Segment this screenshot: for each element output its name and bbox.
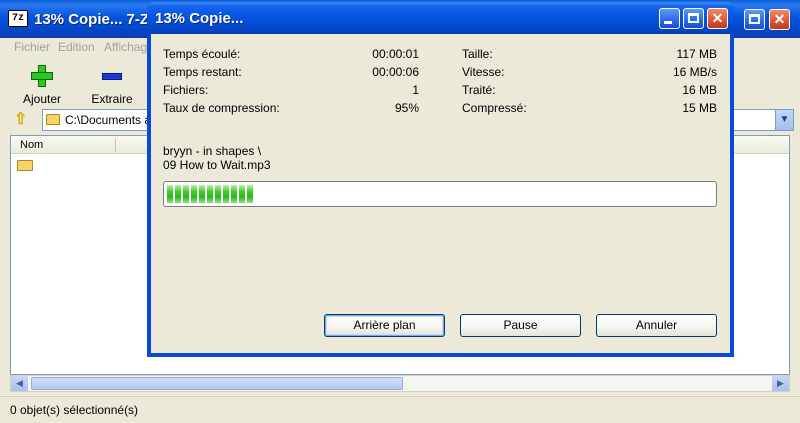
background-button[interactable]: Arrière plan xyxy=(324,314,445,337)
chevron-down-icon[interactable]: ▼ xyxy=(775,110,793,130)
menu-fichier[interactable]: Fichier xyxy=(14,40,50,54)
processed-label: Traité: xyxy=(462,83,496,97)
minus-icon xyxy=(100,64,124,88)
maximize-icon xyxy=(688,13,699,23)
compression-ratio-value: 95% xyxy=(394,101,419,115)
dialog-close-button[interactable]: ✕ xyxy=(707,8,728,29)
list-item[interactable] xyxy=(17,158,37,172)
maximize-icon xyxy=(749,14,760,24)
cancel-button[interactable]: Annuler xyxy=(596,314,717,337)
size-label: Taille: xyxy=(462,47,493,61)
progress-segment xyxy=(191,185,197,203)
close-icon: ✕ xyxy=(773,11,786,27)
progress-segment xyxy=(215,185,221,203)
compressed-label: Compressé: xyxy=(462,101,527,115)
status-text: 0 objet(s) sélectionné(s) xyxy=(10,403,139,417)
size-value: 117 MB xyxy=(676,47,717,61)
up-folder-icon[interactable]: ⇧ xyxy=(14,111,32,129)
dialog-minimize-button[interactable] xyxy=(659,8,680,29)
progress-segment xyxy=(247,185,253,203)
progress-fill xyxy=(167,185,254,203)
column-name[interactable]: Nom xyxy=(20,139,43,151)
current-file-path: bryyn - in shapes \ 09 How to Wait.mp3 xyxy=(163,144,271,172)
progress-segment xyxy=(207,185,213,203)
progress-segment xyxy=(183,185,189,203)
progress-segment xyxy=(223,185,229,203)
current-file-name: 09 How to Wait.mp3 xyxy=(163,158,271,172)
remaining-time-label: Temps restant: xyxy=(163,65,242,79)
extract-button[interactable]: Extraire xyxy=(82,56,142,106)
main-close-button[interactable]: ✕ xyxy=(769,9,790,30)
dialog-title: 13% Copie... xyxy=(155,10,244,27)
progress-bar xyxy=(163,181,717,207)
scroll-left-icon[interactable]: ◀ xyxy=(11,376,28,391)
dialog-body: Temps écoulé: 00:00:01 Temps restant: 00… xyxy=(151,34,730,353)
scroll-right-icon[interactable]: ▶ xyxy=(772,376,789,391)
folder-icon xyxy=(17,160,33,171)
extract-button-label: Extraire xyxy=(91,92,133,106)
main-window-title: 13% Copie... 7-Zip xyxy=(34,11,163,28)
minimize-icon xyxy=(664,21,672,24)
column-divider[interactable] xyxy=(115,138,116,152)
compression-ratio-label: Taux de compression: xyxy=(163,101,280,115)
compressed-value: 15 MB xyxy=(682,101,717,115)
speed-value: 16 MB/s xyxy=(672,65,717,79)
elapsed-time-value: 00:00:01 xyxy=(372,47,419,61)
close-icon: ✕ xyxy=(711,10,724,26)
scroll-thumb[interactable] xyxy=(31,377,403,390)
menu-edition[interactable]: Edition xyxy=(58,40,95,54)
remaining-time-value: 00:00:06 xyxy=(372,65,419,79)
add-button[interactable]: Ajouter xyxy=(12,56,72,106)
speed-label: Vitesse: xyxy=(462,65,505,79)
status-bar: 0 objet(s) sélectionné(s) xyxy=(0,396,800,423)
progress-dialog: 13% Copie... ✕ Temps écoulé: 00:00:01 Te… xyxy=(147,2,734,357)
progress-segment xyxy=(199,185,205,203)
main-maximize-button[interactable] xyxy=(744,9,765,30)
progress-segment xyxy=(167,185,173,203)
sevenzip-app-icon: 7z xyxy=(8,10,28,27)
horizontal-scrollbar[interactable]: ◀ ▶ xyxy=(10,375,790,392)
pause-button[interactable]: Pause xyxy=(460,314,581,337)
files-value: 1 xyxy=(412,83,419,97)
processed-value: 16 MB xyxy=(682,83,717,97)
progress-segment xyxy=(175,185,181,203)
dialog-maximize-button[interactable] xyxy=(683,8,704,29)
elapsed-time-label: Temps écoulé: xyxy=(163,47,241,61)
plus-icon xyxy=(30,64,54,88)
files-label: Fichiers: xyxy=(163,83,209,97)
progress-segment xyxy=(239,185,245,203)
dialog-titlebar[interactable]: 13% Copie... ✕ xyxy=(147,2,734,34)
add-button-label: Ajouter xyxy=(22,92,62,106)
current-file-folder: bryyn - in shapes \ xyxy=(163,144,262,158)
progress-segment xyxy=(231,185,237,203)
folder-icon xyxy=(46,114,60,125)
